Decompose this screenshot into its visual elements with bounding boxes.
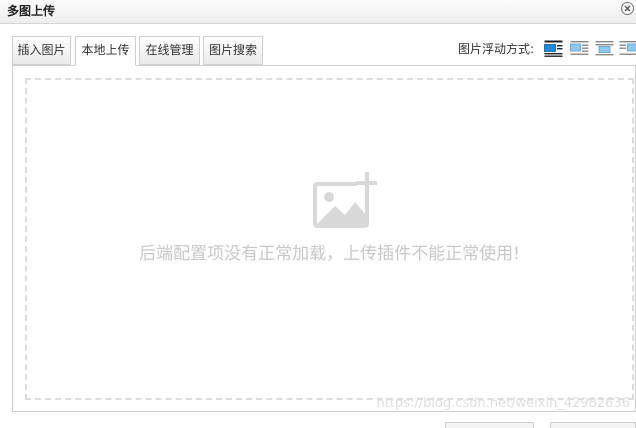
tab-label: 本地上传 (81, 43, 129, 57)
tab-label: 插入图片 (17, 43, 65, 57)
tab-local-upload[interactable]: 本地上传 (75, 36, 136, 66)
upload-dropzone[interactable]: 后端配置项没有正常加载，上传插件不能正常使用! (25, 78, 634, 400)
add-image-icon (313, 172, 377, 234)
cancel-button[interactable] (550, 422, 636, 428)
watermark-text: https://blog.csdn.net/weixin_42982636 (376, 396, 630, 412)
float-right-icon[interactable] (619, 40, 636, 57)
tab-insert-image[interactable]: 插入图片 (12, 36, 71, 65)
close-icon[interactable] (621, 2, 634, 15)
multi-image-upload-dialog: 多图上传 插入图片 本地上传 在线管理 图片搜索 图片浮动方式: (0, 0, 636, 425)
dialog-title: 多图上传 (7, 4, 55, 19)
tab-online-manage[interactable]: 在线管理 (139, 36, 200, 65)
dialog-titlebar[interactable]: 多图上传 (0, 0, 636, 24)
tab-image-search[interactable]: 图片搜索 (203, 36, 263, 65)
upload-panel: 后端配置项没有正常加载，上传插件不能正常使用! (12, 65, 636, 412)
float-mode-label: 图片浮动方式: (458, 42, 534, 56)
confirm-button[interactable] (445, 422, 534, 428)
float-center-icon[interactable] (595, 40, 614, 57)
float-left-icon[interactable] (570, 40, 589, 57)
tab-label: 图片搜索 (209, 43, 257, 57)
upload-error-message: 后端配置项没有正常加载，上传插件不能正常使用! (27, 243, 632, 265)
tab-label: 在线管理 (145, 43, 193, 57)
float-none-icon[interactable] (544, 40, 563, 57)
